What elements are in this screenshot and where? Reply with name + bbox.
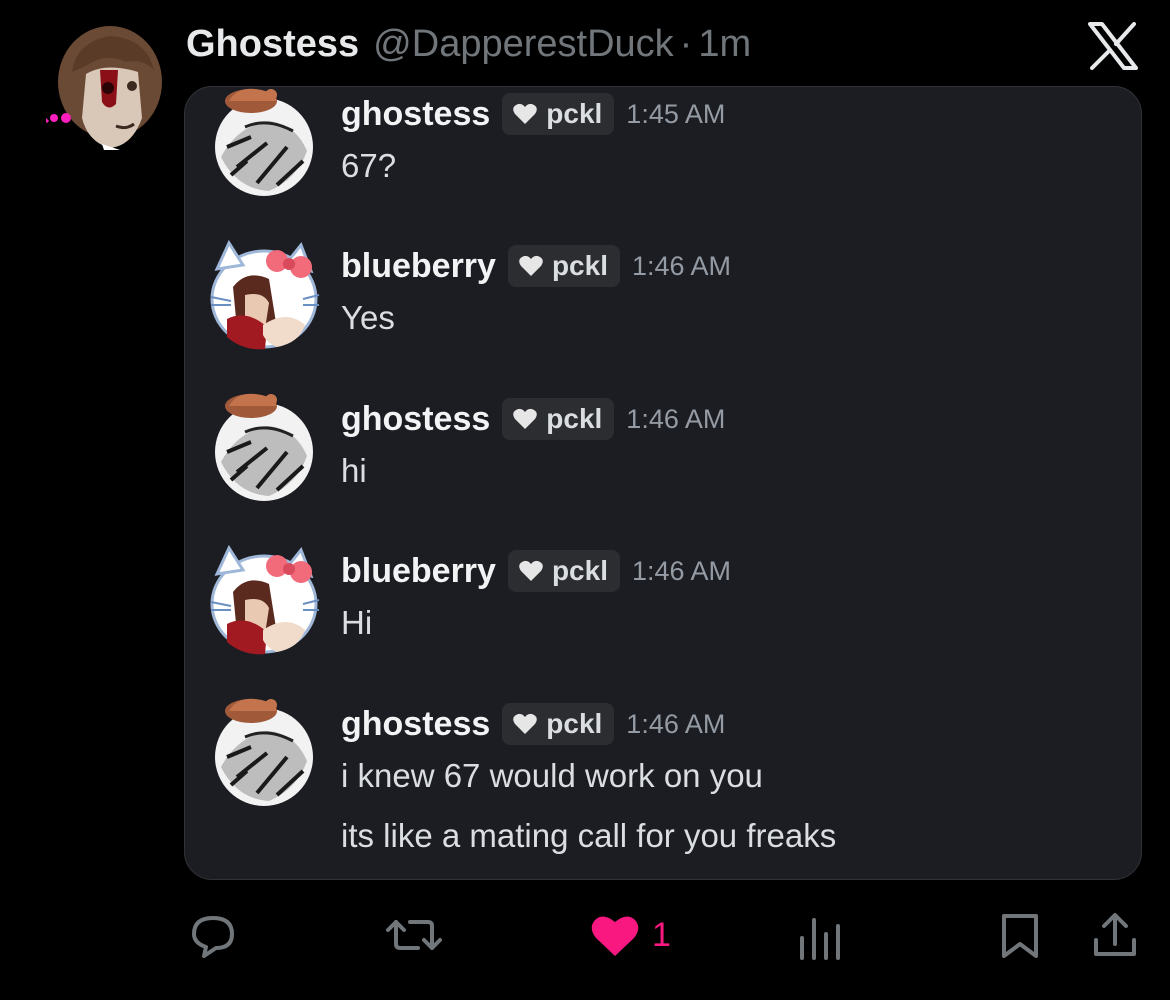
message-time: 1:45 AM — [626, 98, 726, 129]
heart-icon — [513, 408, 538, 429]
message-text: its like a mating call for you freaks — [341, 817, 837, 854]
message-text: Yes — [341, 299, 395, 336]
bookmark-button[interactable] — [998, 900, 1042, 970]
heart-icon — [519, 560, 543, 581]
blueberry-avatar — [207, 239, 321, 353]
like-button[interactable]: 1 — [588, 900, 671, 970]
message-text: Hi — [341, 604, 373, 641]
chat-message: blueberry pckl 1:46 AM Yes — [185, 239, 1143, 359]
bookmark-icon — [1002, 914, 1038, 958]
heart-icon — [519, 255, 543, 276]
chat-message: blueberry pckl 1:46 AM Hi — [185, 544, 1143, 664]
retweet-button[interactable] — [384, 900, 444, 970]
reply-icon — [192, 916, 234, 958]
tag-label: pckl — [546, 98, 603, 129]
attached-image[interactable]: ghostess pckl 1:45 AM 67? blueberry pckl… — [184, 86, 1142, 880]
server-tag: pckl — [507, 245, 620, 287]
x-logo-icon[interactable] — [1086, 20, 1140, 72]
message-time: 1:46 AM — [631, 555, 732, 586]
message-text: i knew 67 would work on you — [341, 757, 763, 794]
share-icon — [1094, 913, 1136, 956]
chat-message: ghostess pckl 1:45 AM 67? — [185, 87, 1143, 207]
blueberry-avatar — [207, 544, 321, 658]
message-time: 1:46 AM — [631, 250, 732, 281]
retweet-icon — [386, 920, 442, 950]
heart-icon — [513, 103, 538, 124]
ghostess-avatar — [207, 392, 321, 506]
chat-message: ghostess pckl 1:46 AM i knew 67 would wo… — [185, 697, 1143, 877]
message-header: blueberry pckl 1:46 AM — [341, 241, 731, 291]
tweet-header: Ghostess @DapperestDuck · 1m — [186, 18, 751, 70]
views-button[interactable] — [796, 900, 842, 970]
username[interactable]: ghostess — [341, 705, 490, 744]
tag-label: pckl — [546, 708, 603, 739]
timestamp[interactable]: 1m — [698, 18, 751, 70]
handle[interactable]: @DapperestDuck — [373, 18, 673, 70]
ghostess-avatar — [207, 697, 321, 811]
views-icon — [800, 918, 840, 960]
username[interactable]: ghostess — [341, 95, 490, 134]
message-text: hi — [341, 452, 367, 489]
heart-icon — [591, 916, 639, 956]
author-avatar[interactable] — [46, 22, 164, 150]
server-tag: pckl — [507, 550, 620, 592]
tag-label: pckl — [546, 403, 603, 434]
server-tag: pckl — [502, 398, 615, 440]
username[interactable]: blueberry — [341, 552, 496, 591]
message-time: 1:46 AM — [626, 403, 726, 434]
server-tag: pckl — [502, 93, 615, 135]
tag-label: pckl — [551, 250, 608, 281]
message-text: 67? — [341, 147, 397, 184]
username[interactable]: blueberry — [341, 247, 496, 286]
separator: · — [679, 23, 693, 65]
share-button[interactable] — [1090, 900, 1140, 970]
message-header: blueberry pckl 1:46 AM — [341, 546, 731, 596]
heart-icon — [513, 713, 538, 734]
tag-label: pckl — [551, 555, 608, 586]
message-header: ghostess pckl 1:46 AM — [341, 699, 725, 749]
action-bar: 1 — [0, 900, 1170, 970]
message-header: ghostess pckl 1:46 AM — [341, 394, 725, 444]
display-name[interactable]: Ghostess — [186, 18, 359, 70]
ghostess-avatar — [207, 87, 321, 201]
chat-message: ghostess pckl 1:46 AM hi — [185, 392, 1143, 512]
username[interactable]: ghostess — [341, 400, 490, 439]
message-time: 1:46 AM — [626, 708, 726, 739]
like-count: 1 — [652, 915, 671, 954]
tweet: Ghostess @DapperestDuck · 1m ghostess pc… — [0, 0, 1170, 1000]
server-tag: pckl — [502, 703, 615, 745]
reply-button[interactable] — [188, 900, 238, 970]
message-header: ghostess pckl 1:45 AM — [341, 89, 725, 139]
